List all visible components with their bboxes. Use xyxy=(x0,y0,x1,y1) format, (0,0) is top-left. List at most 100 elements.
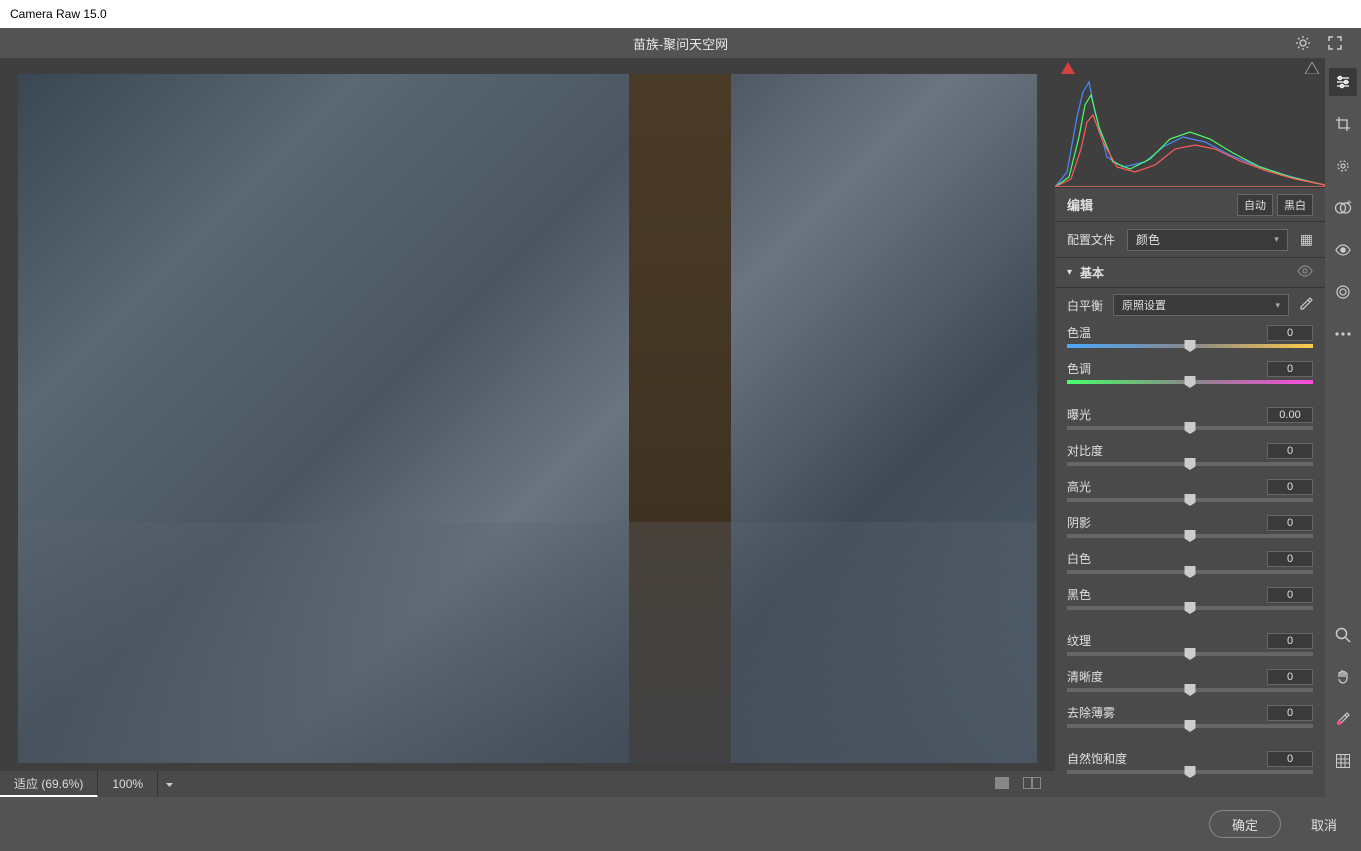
slider-thumb[interactable] xyxy=(1185,684,1196,696)
slider-thumb[interactable] xyxy=(1185,376,1196,388)
slider-value[interactable]: 0 xyxy=(1267,551,1313,567)
slider-thumb[interactable] xyxy=(1185,602,1196,614)
section-basic-header[interactable]: ▾ 基本 xyxy=(1055,258,1325,288)
slider-track[interactable] xyxy=(1067,426,1313,430)
zoom-fit[interactable]: 适应 (69.6%) xyxy=(0,771,98,797)
slider-value[interactable]: 0 xyxy=(1267,587,1313,603)
auto-button[interactable]: 自动 xyxy=(1237,194,1273,216)
magnifier-icon[interactable] xyxy=(1329,621,1357,649)
status-bar: 适应 (69.6%) 100% xyxy=(0,771,1055,797)
slider-thumb[interactable] xyxy=(1185,720,1196,732)
cancel-button[interactable]: 取消 xyxy=(1311,815,1337,834)
wb-select[interactable]: 原照设置 ▾ xyxy=(1113,294,1289,316)
slider-label: 色温 xyxy=(1067,324,1091,341)
histogram[interactable] xyxy=(1055,58,1325,188)
slider-thumb[interactable] xyxy=(1185,422,1196,434)
slider-label: 白色 xyxy=(1067,550,1091,567)
histogram-curves xyxy=(1055,77,1325,187)
slider-track[interactable] xyxy=(1067,570,1313,574)
view-mode-icons xyxy=(995,777,1055,792)
ok-button[interactable]: 确定 xyxy=(1209,810,1281,838)
mask-icon[interactable]: + xyxy=(1329,194,1357,222)
slider-track[interactable] xyxy=(1067,462,1313,466)
slider-track[interactable] xyxy=(1067,606,1313,610)
slider-thumb[interactable] xyxy=(1185,340,1196,352)
crop-icon[interactable] xyxy=(1329,110,1357,138)
wb-label: 白平衡 xyxy=(1067,297,1103,314)
slider-value[interactable]: 0 xyxy=(1267,633,1313,649)
footer: 确定 取消 xyxy=(0,797,1361,851)
slider-thumb[interactable] xyxy=(1185,648,1196,660)
slider-去除薄雾: 去除薄雾 0 xyxy=(1067,704,1313,728)
highlight-clip-icon[interactable] xyxy=(1305,62,1319,74)
slider-track[interactable] xyxy=(1067,688,1313,692)
eyedropper-icon[interactable] xyxy=(1299,297,1313,314)
presets-icon[interactable] xyxy=(1329,278,1357,306)
workarea: 适应 (69.6%) 100% xyxy=(0,58,1361,797)
slider-label: 阴影 xyxy=(1067,514,1091,531)
fullscreen-icon[interactable] xyxy=(1323,31,1347,55)
healing-icon[interactable] xyxy=(1329,152,1357,180)
gear-icon[interactable] xyxy=(1291,31,1315,55)
slider-track[interactable] xyxy=(1067,770,1313,774)
slider-value[interactable]: 0 xyxy=(1267,515,1313,531)
slider-track[interactable] xyxy=(1067,344,1313,348)
slider-自然饱和度: 自然饱和度 0 xyxy=(1067,750,1313,774)
slider-track[interactable] xyxy=(1067,534,1313,538)
more-icon[interactable] xyxy=(1329,320,1357,348)
slider-thumb[interactable] xyxy=(1185,494,1196,506)
slider-label: 去除薄雾 xyxy=(1067,704,1115,721)
shadow-clip-icon[interactable] xyxy=(1061,62,1075,74)
slider-value[interactable]: 0 xyxy=(1267,479,1313,495)
slider-value[interactable]: 0.00 xyxy=(1267,407,1313,423)
visibility-eye-icon[interactable] xyxy=(1297,265,1313,280)
split-view-icon[interactable] xyxy=(1023,777,1041,792)
edit-sliders-icon[interactable] xyxy=(1329,68,1357,96)
slider-track[interactable] xyxy=(1067,652,1313,656)
grid-icon[interactable] xyxy=(1329,747,1357,775)
slider-阴影: 阴影 0 xyxy=(1067,514,1313,538)
redeye-icon[interactable] xyxy=(1329,236,1357,264)
slider-track[interactable] xyxy=(1067,498,1313,502)
slider-value[interactable]: 0 xyxy=(1267,751,1313,767)
slider-value[interactable]: 0 xyxy=(1267,669,1313,685)
slider-label: 黑色 xyxy=(1067,586,1091,603)
slider-label: 清晰度 xyxy=(1067,668,1103,685)
white-balance-row: 白平衡 原照设置 ▾ xyxy=(1067,294,1313,316)
window-titlebar: Camera Raw 15.0 xyxy=(0,0,1361,28)
slider-thumb[interactable] xyxy=(1185,766,1196,778)
image-title: 苗族-聚问天空网 xyxy=(633,34,728,53)
slider-thumb[interactable] xyxy=(1185,566,1196,578)
profile-select[interactable]: 颜色 ▾ xyxy=(1127,229,1288,251)
slider-value[interactable]: 0 xyxy=(1267,325,1313,341)
zoom-menu-chevron-icon[interactable] xyxy=(158,780,180,789)
preview-pane: 适应 (69.6%) 100% xyxy=(0,58,1055,797)
app-title: Camera Raw 15.0 xyxy=(10,7,107,21)
slider-色温: 色温 0 xyxy=(1067,324,1313,348)
slider-纹理: 纹理0 xyxy=(1067,632,1313,656)
color-sampler-icon[interactable] xyxy=(1329,705,1357,733)
slider-thumb[interactable] xyxy=(1185,530,1196,542)
slider-thumb[interactable] xyxy=(1185,458,1196,470)
slider-label: 色调 xyxy=(1067,360,1091,377)
chevron-down-icon: ▾ xyxy=(1275,300,1280,311)
slider-白色: 白色 0 xyxy=(1067,550,1313,574)
slider-value[interactable]: 0 xyxy=(1267,361,1313,377)
profile-label: 配置文件 xyxy=(1067,231,1115,248)
slider-track[interactable] xyxy=(1067,380,1313,384)
image-viewport[interactable] xyxy=(0,58,1055,771)
slider-label: 高光 xyxy=(1067,478,1091,495)
slider-value[interactable]: 0 xyxy=(1267,705,1313,721)
slider-value[interactable]: 0 xyxy=(1267,443,1313,459)
zoom-100[interactable]: 100% xyxy=(98,771,158,797)
chevron-down-icon: ▾ xyxy=(1067,267,1072,278)
slider-label: 自然饱和度 xyxy=(1067,750,1127,767)
slider-track[interactable] xyxy=(1067,724,1313,728)
single-view-icon[interactable] xyxy=(995,777,1009,792)
bw-button[interactable]: 黑白 xyxy=(1277,194,1313,216)
section-basic-body: 白平衡 原照设置 ▾ 色温0色调0 曝光0.00对比度0高光0阴影0白色0黑色0… xyxy=(1055,288,1325,797)
slider-色调: 色调 0 xyxy=(1067,360,1313,384)
profile-browser-icon[interactable]: ▦ xyxy=(1300,231,1313,248)
hand-icon[interactable] xyxy=(1329,663,1357,691)
profile-row: 配置文件 颜色 ▾ ▦ xyxy=(1055,222,1325,258)
